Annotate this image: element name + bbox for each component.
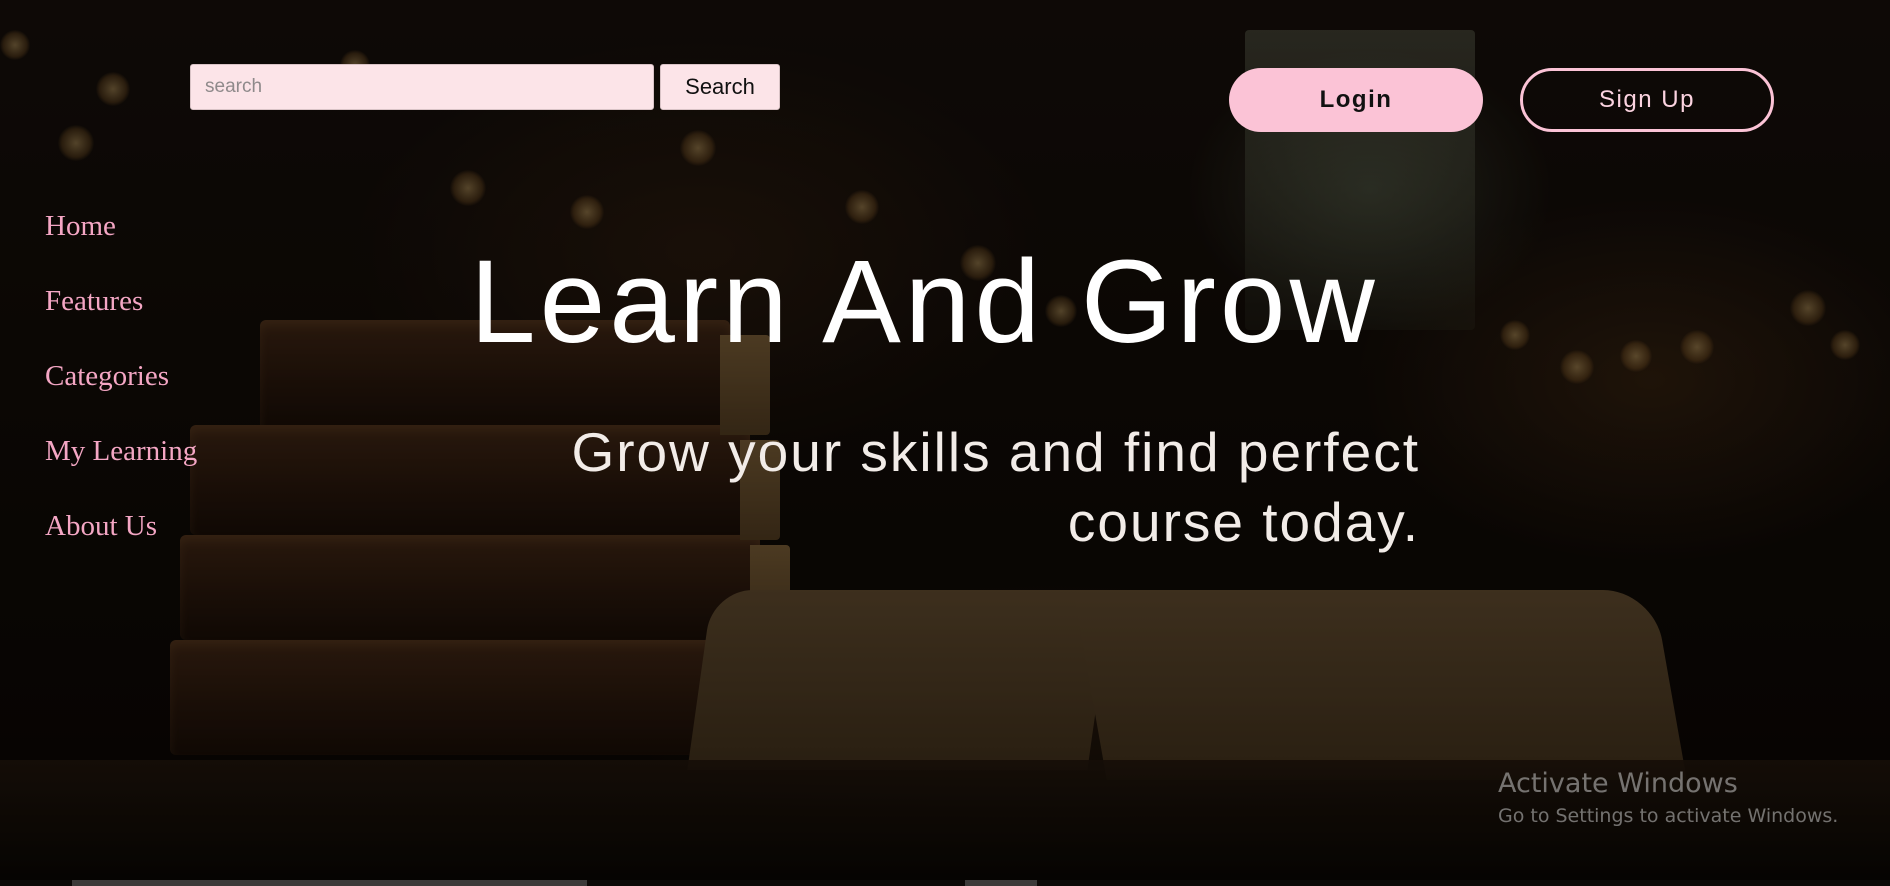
signup-button[interactable]: Sign Up xyxy=(1520,68,1774,132)
nav-link-about-us[interactable]: About Us xyxy=(45,505,197,580)
hero-title: Learn And Grow xyxy=(470,236,1379,368)
scrollbar-segment xyxy=(965,880,1037,886)
login-button[interactable]: Login xyxy=(1229,68,1483,132)
horizontal-scrollbar[interactable] xyxy=(0,880,1890,886)
windows-activation-watermark: Activate Windows Go to Settings to activ… xyxy=(1498,766,1838,830)
nav-link-features[interactable]: Features xyxy=(45,280,197,355)
search-button[interactable]: Search xyxy=(660,64,780,110)
nav-link-home[interactable]: Home xyxy=(45,205,197,280)
search-form: Search xyxy=(190,64,780,110)
watermark-subtitle: Go to Settings to activate Windows. xyxy=(1498,805,1839,827)
nav-link-my-learning[interactable]: My Learning xyxy=(45,430,197,505)
scrollbar-thumb[interactable] xyxy=(72,880,587,886)
side-nav: Home Features Categories My Learning Abo… xyxy=(45,205,197,580)
hero-subtitle: Grow your skills and find perfect course… xyxy=(571,421,1420,553)
watermark-title: Activate Windows xyxy=(1498,768,1738,799)
search-input[interactable] xyxy=(190,64,654,110)
page: Search Login Sign Up Home Features Categ… xyxy=(0,0,1890,886)
nav-link-categories[interactable]: Categories xyxy=(45,355,197,430)
